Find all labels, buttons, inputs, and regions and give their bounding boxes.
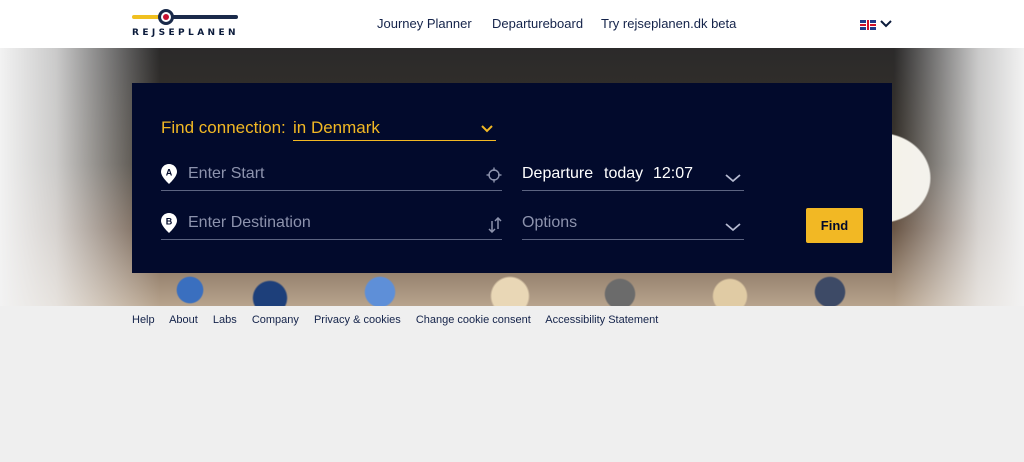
footer-links: Help About Labs Company Privacy & cookie… — [132, 314, 670, 326]
chevron-down-icon — [725, 174, 741, 183]
hero-fade-right — [894, 48, 1024, 306]
location-pin-b-icon: B — [161, 213, 177, 233]
footer-link-labs[interactable]: Labs — [213, 314, 237, 326]
search-panel: Find connection: in Denmark A Enter Star… — [132, 83, 892, 273]
start-field[interactable]: A Enter Start — [161, 164, 502, 191]
nav-journey-planner[interactable]: Journey Planner — [377, 16, 472, 31]
find-connection-label: Find connection: — [161, 118, 286, 137]
footer-link-privacy[interactable]: Privacy & cookies — [314, 314, 401, 326]
footer-link-cookie-consent[interactable]: Change cookie consent — [416, 314, 531, 326]
logo-circle-icon — [158, 9, 174, 25]
location-pin-a-icon: A — [161, 164, 177, 184]
departure-time-select[interactable]: Departure today 12:07 — [522, 165, 744, 191]
region-select[interactable]: in Denmark — [293, 118, 496, 141]
start-input[interactable]: Enter Start — [188, 165, 264, 183]
destination-field[interactable]: B Enter Destination — [161, 213, 502, 240]
uk-flag-icon — [860, 20, 876, 30]
departure-time: 12:07 — [653, 165, 694, 182]
crosshair-location-icon[interactable] — [486, 167, 502, 183]
chevron-down-icon — [481, 125, 493, 133]
nav-try-beta[interactable]: Try rejseplanen.dk beta — [601, 16, 736, 31]
footer-link-help[interactable]: Help — [132, 314, 155, 326]
hero-crowd — [150, 270, 880, 306]
departure-day: today — [604, 165, 644, 182]
footer-link-about[interactable]: About — [169, 314, 198, 326]
departure-mode: Departure — [522, 165, 594, 182]
swap-arrows-icon[interactable] — [488, 217, 502, 233]
options-select[interactable]: Options — [522, 214, 744, 240]
options-label: Options — [522, 214, 578, 231]
pin-b-label: B — [166, 217, 173, 227]
chevron-down-icon — [880, 20, 892, 28]
pin-a-label: A — [166, 168, 173, 178]
nav-departureboard[interactable]: Departureboard — [492, 16, 583, 31]
destination-input[interactable]: Enter Destination — [188, 214, 311, 232]
language-selector[interactable] — [860, 18, 894, 32]
find-button[interactable]: Find — [806, 208, 863, 243]
logo-text: REJSEPLANEN — [132, 28, 239, 38]
footer-link-accessibility[interactable]: Accessibility Statement — [545, 314, 658, 326]
chevron-down-icon — [725, 223, 741, 232]
rejseplanen-logo[interactable]: REJSEPLANEN — [132, 8, 240, 40]
top-header: REJSEPLANEN Journey Planner Departureboa… — [0, 0, 1024, 48]
region-value: in Denmark — [293, 118, 380, 137]
footer-link-company[interactable]: Company — [252, 314, 299, 326]
logo-line-right — [172, 15, 238, 19]
